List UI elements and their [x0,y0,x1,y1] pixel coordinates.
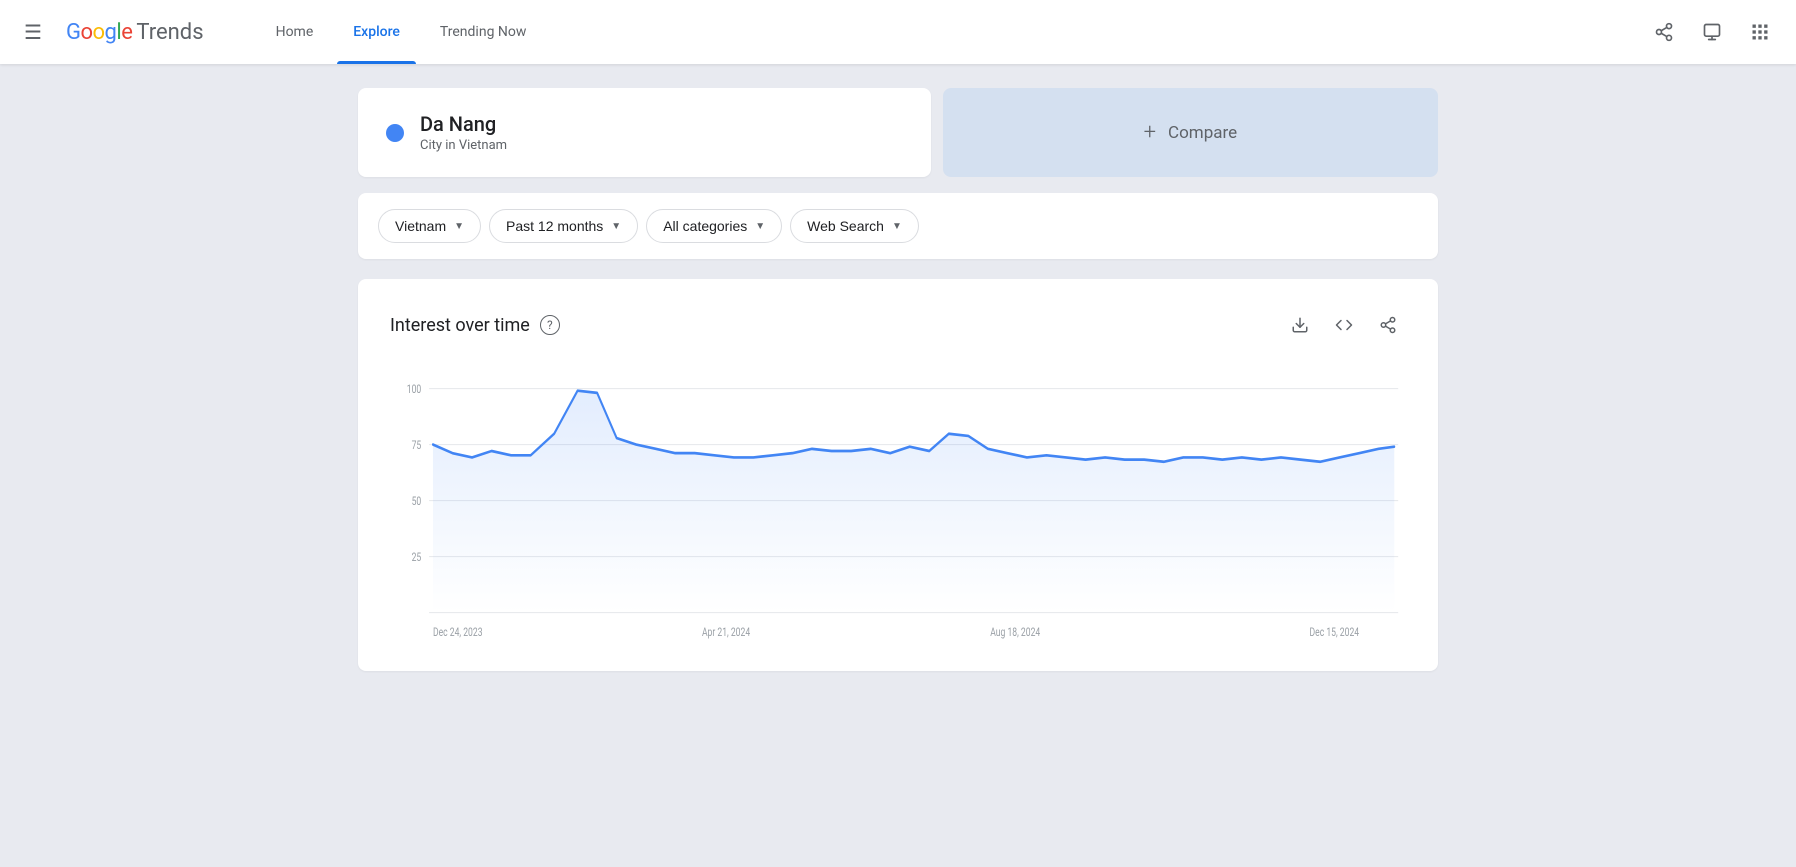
share-chart-icon [1379,316,1397,334]
g2: o [80,20,92,45]
g3: o [92,20,104,45]
header-right [1644,12,1780,52]
x-label-3: Aug 18, 2024 [990,625,1040,640]
region-filter[interactable]: Vietnam ▼ [378,209,481,243]
y-label-75: 75 [412,437,422,452]
menu-icon[interactable]: ☰ [16,12,50,52]
category-filter-arrow: ▼ [755,221,765,232]
apps-icon [1750,22,1770,42]
time-filter-arrow: ▼ [611,221,621,232]
time-filter[interactable]: Past 12 months ▼ [489,209,638,243]
time-filter-label: Past 12 months [506,218,603,234]
apps-icon-btn[interactable] [1740,12,1780,52]
x-label-4: Dec 15, 2024 [1310,625,1360,640]
feedback-icon-btn[interactable] [1692,12,1732,52]
compare-plus-icon: + [1144,120,1156,145]
logo: Google Trends [66,20,204,45]
share-icon [1654,22,1674,42]
g4: g [105,20,117,45]
share-chart-btn[interactable] [1370,307,1406,343]
main-content: Da Nang City in Vietnam + Compare Vietna… [178,64,1618,695]
search-row: Da Nang City in Vietnam + Compare [358,88,1438,177]
logo-google-text: Google [66,20,132,45]
nav-home[interactable]: Home [260,0,330,64]
chart-area-fill [433,391,1394,613]
g6: e [121,20,132,45]
search-term: Da Nang [420,112,507,136]
search-info: Da Nang City in Vietnam [420,112,507,153]
category-filter-label: All categories [663,218,747,234]
search-dot [386,124,404,142]
embed-chart-btn[interactable] [1326,307,1362,343]
type-filter-label: Web Search [807,218,884,234]
search-term-card: Da Nang City in Vietnam [358,88,931,177]
chart-title-row: Interest over time ? [390,315,560,336]
chart-header: Interest over time ? [390,307,1406,343]
type-filter-arrow: ▼ [892,221,902,232]
chart-title: Interest over time [390,315,530,336]
embed-icon [1335,316,1353,334]
y-label-25: 25 [412,549,422,564]
filter-row: Vietnam ▼ Past 12 months ▼ All categorie… [358,193,1438,259]
header-left: ☰ Google Trends Home Explore Trending No… [16,0,542,64]
chart-card: Interest over time ? [358,279,1438,671]
trend-chart: 100 75 50 25 Dec 24, 2023 Apr 21, 2024 A… [390,367,1406,647]
help-question-mark: ? [547,318,553,332]
x-label-1: Dec 24, 2023 [433,625,483,640]
chart-container: 100 75 50 25 Dec 24, 2023 Apr 21, 2024 A… [390,367,1406,651]
y-label-50: 50 [412,493,422,508]
nav-explore[interactable]: Explore [337,0,416,64]
logo-trends-text: Trends [136,20,203,45]
feedback-icon [1702,22,1722,42]
compare-label: Compare [1168,123,1237,143]
main-nav: Home Explore Trending Now [260,0,543,64]
help-icon[interactable]: ? [540,315,560,335]
share-icon-btn[interactable] [1644,12,1684,52]
region-filter-arrow: ▼ [454,221,464,232]
download-icon [1291,316,1309,334]
region-filter-label: Vietnam [395,218,446,234]
header: ☰ Google Trends Home Explore Trending No… [0,0,1796,64]
category-filter[interactable]: All categories ▼ [646,209,782,243]
x-label-2: Apr 21, 2024 [702,625,750,640]
type-filter[interactable]: Web Search ▼ [790,209,919,243]
compare-card[interactable]: + Compare [943,88,1438,177]
chart-actions [1282,307,1406,343]
search-subtitle: City in Vietnam [420,138,507,153]
nav-trending-now[interactable]: Trending Now [424,0,542,64]
g1: G [66,20,81,45]
y-label-100: 100 [407,381,422,396]
download-chart-btn[interactable] [1282,307,1318,343]
